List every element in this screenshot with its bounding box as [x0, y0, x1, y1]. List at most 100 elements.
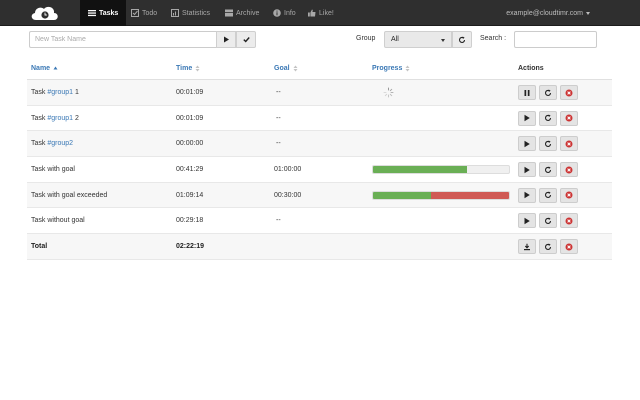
nav-tab-info[interactable]: Info: [265, 0, 304, 26]
nav-tab-todo[interactable]: Todo: [123, 0, 165, 26]
task-name-suffix: 1: [73, 89, 79, 96]
loading-spinner-icon: [383, 87, 394, 98]
pause-button[interactable]: [518, 85, 536, 100]
column-header-label: Goal: [274, 65, 290, 72]
task-goal: --: [276, 217, 281, 225]
total-time: 02:22:19: [176, 243, 205, 251]
column-header-label: Actions: [518, 65, 544, 72]
check-icon: [242, 37, 250, 43]
archive-icon: [225, 9, 233, 17]
task-goal: 00:30:00: [274, 191, 302, 199]
reset-button[interactable]: [539, 85, 557, 100]
nav-tab-label: Todo: [142, 9, 158, 17]
reset-button[interactable]: [539, 187, 557, 203]
play-icon: [524, 217, 530, 225]
reset-button[interactable]: [539, 162, 557, 178]
user-menu[interactable]: example@cloudtimr.com: [506, 0, 590, 26]
remove-circle-icon: [565, 217, 573, 225]
download-button[interactable]: [518, 239, 536, 255]
delete-button[interactable]: [560, 136, 578, 152]
task-goal: --: [276, 140, 281, 148]
group-tag-link[interactable]: #group1: [47, 115, 73, 122]
thumbs-up-icon: [308, 9, 316, 17]
column-header-goal[interactable]: Goal: [274, 65, 298, 72]
delete-button[interactable]: [560, 213, 578, 229]
search-label: Search :: [480, 35, 507, 42]
delete-all-button[interactable]: [560, 239, 578, 255]
task-goal: 01:00:00: [274, 166, 302, 174]
reset-button[interactable]: [539, 213, 557, 229]
reset-all-button[interactable]: [539, 239, 557, 255]
nav-tab-statistics[interactable]: Statistics: [163, 0, 218, 26]
progress-fill: [373, 166, 467, 174]
start-button[interactable]: [518, 136, 536, 152]
remove-circle-icon: [565, 166, 573, 174]
table-row: Task #group1 1 00:01:09 --: [27, 80, 612, 106]
start-button[interactable]: [518, 187, 536, 203]
reset-button[interactable]: [539, 110, 557, 126]
user-email: example@cloudtimr.com: [506, 9, 583, 17]
delete-button[interactable]: [560, 110, 578, 126]
chevron-down-icon: [441, 39, 445, 42]
nav-tab-like[interactable]: Like!: [300, 0, 342, 26]
table-row: Task with goal 00:41:29 01:00:00: [27, 157, 612, 183]
sort-icon: [405, 65, 410, 72]
start-button[interactable]: [518, 162, 536, 178]
task-name: Task #group1 2: [31, 115, 79, 122]
task-time: 00:00:00: [176, 140, 204, 148]
search-input[interactable]: [514, 31, 597, 48]
start-button[interactable]: [518, 110, 536, 126]
group-tag-link[interactable]: #group1: [47, 89, 73, 96]
column-header-time[interactable]: Time: [176, 65, 200, 72]
task-time: 00:41:29: [176, 166, 204, 174]
top-navbar: Tasks Todo Statistics Archive Info Like!…: [0, 0, 640, 26]
delete-button[interactable]: [560, 162, 578, 178]
start-button[interactable]: [518, 213, 536, 229]
play-icon: [524, 166, 530, 173]
column-header-name[interactable]: Name: [31, 65, 58, 72]
refresh-icon: [544, 191, 552, 199]
refresh-icon: [544, 114, 552, 122]
task-goal: --: [276, 89, 281, 96]
start-new-task-button[interactable]: [216, 31, 236, 48]
nav-tab-tasks[interactable]: Tasks: [80, 0, 127, 26]
progress-exceeded-fill: [431, 191, 509, 199]
task-name: Task with goal exceeded: [31, 191, 108, 199]
task-name-text: Task: [31, 140, 48, 148]
delete-button[interactable]: [560, 85, 578, 100]
pause-icon: [524, 89, 530, 96]
column-header-label: Name: [31, 65, 51, 72]
task-time: 00:01:09: [176, 114, 204, 122]
total-label: Total: [31, 243, 48, 251]
play-icon: [223, 36, 229, 43]
nav-tab-label: Tasks: [99, 9, 119, 17]
group-select-value: All: [391, 36, 399, 43]
download-icon: [524, 243, 530, 250]
delete-button[interactable]: [560, 187, 578, 203]
new-task-input[interactable]: [29, 31, 216, 48]
add-new-task-button[interactable]: [236, 31, 256, 48]
group-tag-link[interactable]: #group2: [47, 140, 73, 147]
task-name: Task #group2: [31, 140, 73, 147]
remove-circle-icon: [565, 114, 573, 122]
reset-button[interactable]: [539, 136, 557, 152]
sort-icon: [195, 65, 200, 72]
group-select[interactable]: All: [384, 31, 452, 48]
column-header-actions: Actions: [518, 65, 544, 72]
nav-tab-label: Statistics: [182, 9, 211, 17]
nav-tab-archive[interactable]: Archive: [217, 0, 267, 26]
task-time: 00:29:18: [176, 217, 204, 225]
total-row: Total 02:22:19: [27, 234, 612, 260]
table-row: Task #group1 2 00:01:09 --: [27, 106, 612, 132]
column-header-progress[interactable]: Progress: [372, 65, 410, 72]
chart-icon: [171, 9, 179, 17]
group-label: Group: [356, 35, 376, 42]
refresh-icon: [544, 89, 552, 96]
cloud-clock-logo-icon[interactable]: [28, 3, 62, 23]
remove-circle-icon: [565, 191, 573, 199]
goal-progress-bar: [372, 190, 510, 200]
refresh-groups-button[interactable]: [452, 31, 472, 48]
refresh-icon: [544, 166, 552, 173]
tasks-table: Name Time Goal Progress Actions Task #gr…: [27, 58, 612, 260]
remove-circle-icon: [565, 243, 573, 251]
